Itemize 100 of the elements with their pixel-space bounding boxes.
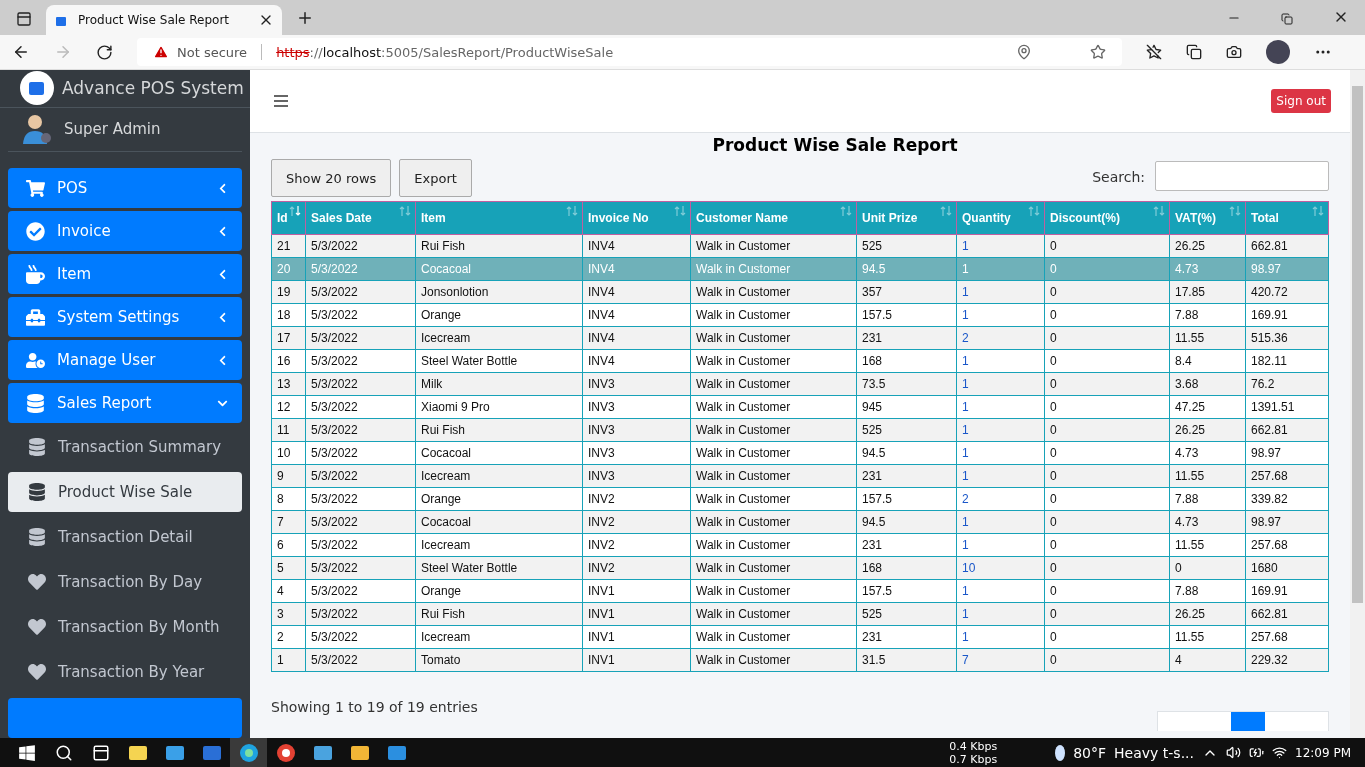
pagination[interactable] xyxy=(1157,711,1329,731)
table-cell: 7 xyxy=(271,510,306,534)
heart-icon xyxy=(28,663,46,681)
browser-icon[interactable] xyxy=(230,738,267,767)
table-cell: 157.5 xyxy=(856,303,957,327)
sidebar-submenu-item[interactable]: Transaction By Year xyxy=(8,652,242,692)
table-row[interactable]: 10 5/3/2022 Cocacoal INV3 Walk in Customer 94.5 1 0 4.73 98.97 xyxy=(271,441,1329,465)
table-cell: Rui Fish xyxy=(415,418,583,442)
table-cell: 5/3/2022 xyxy=(305,441,416,465)
star-plus-icon[interactable] xyxy=(1090,44,1106,60)
table-cell: 1680 xyxy=(1245,556,1329,580)
table-cell: Walk in Customer xyxy=(690,602,857,626)
restore-icon[interactable] xyxy=(1281,13,1293,25)
weather-text: Heavy t-s... xyxy=(1114,744,1194,761)
table-row[interactable]: 3 5/3/2022 Rui Fish INV1 Walk in Customer 525 1 0 26.25 662.81 xyxy=(271,602,1329,626)
database-icon xyxy=(28,483,46,501)
sidebar-submenu-item[interactable]: Transaction By Month xyxy=(8,607,242,647)
table-cell: Walk in Customer xyxy=(690,349,857,373)
table-cell: 4.73 xyxy=(1169,510,1246,534)
table-row[interactable]: 19 5/3/2022 Jonsonlotion INV4 Walk in Customer 357 1 0 17.85 420.72 xyxy=(271,280,1329,304)
table-row[interactable]: 12 5/3/2022 Xiaomi 9 Pro INV3 Walk in Customer 945 1 0 47.25 1391.51 xyxy=(271,395,1329,419)
table-cell: 9 xyxy=(271,464,306,488)
clock[interactable]: 12:09 PM xyxy=(1295,745,1351,760)
sidebar-submenu-item[interactable]: Transaction Summary xyxy=(8,427,242,467)
table-row[interactable]: 16 5/3/2022 Steel Water Bottle INV4 Walk in Customer 168 1 0 8.4 182.11 xyxy=(271,349,1329,373)
table-cell: 11.55 xyxy=(1169,326,1246,350)
table-cell: 515.36 xyxy=(1245,326,1329,350)
table-row[interactable]: 5 5/3/2022 Steel Water Bottle INV2 Walk in Customer 168 10 0 0 1680 xyxy=(271,556,1329,580)
wifi-icon[interactable] xyxy=(1272,745,1287,760)
table-row[interactable]: 13 5/3/2022 Milk INV3 Walk in Customer 73.5 1 0 3.68 76.2 xyxy=(271,372,1329,396)
table-cell: 5/3/2022 xyxy=(305,510,416,534)
address-bar[interactable]: Not secure https://localhost:5005/SalesReport/ProductWiseSale xyxy=(137,38,1122,66)
table-row[interactable]: 8 5/3/2022 Orange INV2 Walk in Customer 157.5 2 0 7.88 339.82 xyxy=(271,487,1329,511)
sidebar-menu-item[interactable]: Invoice xyxy=(8,211,242,251)
export-button[interactable]: Export xyxy=(399,159,472,197)
browser-tab[interactable]: Product Wise Sale Report xyxy=(46,5,282,35)
table-cell: 168 xyxy=(856,556,957,580)
show-rows-button[interactable]: Show 20 rows xyxy=(271,159,392,197)
sidebar-submenu-item[interactable]: Transaction By Day xyxy=(8,562,242,602)
table-cell: 5 xyxy=(271,556,306,580)
battery-icon[interactable] xyxy=(1249,745,1264,760)
table-cell: 2 xyxy=(956,326,1045,350)
table-cell: 257.68 xyxy=(1245,533,1329,557)
table-cell: 94.5 xyxy=(856,257,957,281)
reload-icon[interactable] xyxy=(96,43,113,61)
table-row[interactable]: 2 5/3/2022 Icecream INV1 Walk in Customer 231 1 0 11.55 257.68 xyxy=(271,625,1329,649)
table-row[interactable]: 11 5/3/2022 Rui Fish INV3 Walk in Customer 525 1 0 26.25 662.81 xyxy=(271,418,1329,442)
plus-icon[interactable] xyxy=(296,9,314,27)
table-cell: 0 xyxy=(1044,487,1170,511)
table-cell: Walk in Customer xyxy=(690,326,857,350)
table-row[interactable]: 1 5/3/2022 Tomato INV1 Walk in Customer 31.5 7 0 4 229.32 xyxy=(271,648,1329,672)
table-cell: 20 xyxy=(271,257,306,281)
sidebar-menu-item[interactable]: Sales Report xyxy=(8,383,242,423)
heart-icon xyxy=(28,573,46,591)
profile-avatar[interactable] xyxy=(1266,40,1290,64)
scrollbar[interactable] xyxy=(1350,70,1365,738)
table-cell: 1 xyxy=(271,648,306,672)
table-row[interactable]: 18 5/3/2022 Orange INV4 Walk in Customer 157.5 1 0 7.88 169.91 xyxy=(271,303,1329,327)
sidebar-menu-item[interactable]: Manage User xyxy=(8,340,242,380)
table-cell: Walk in Customer xyxy=(690,418,857,442)
table-cell: 26.25 xyxy=(1169,234,1246,258)
sidebar-menu-item[interactable]: POS xyxy=(8,168,242,208)
sign-out-button[interactable]: Sign out xyxy=(1271,89,1331,113)
user-name: Super Admin xyxy=(64,120,161,139)
back-icon[interactable] xyxy=(12,43,30,61)
table-cell: 662.81 xyxy=(1245,234,1329,258)
table-cell: INV4 xyxy=(582,257,691,281)
table-row[interactable]: 6 5/3/2022 Icecream INV2 Walk in Customer 231 1 0 11.55 257.68 xyxy=(271,533,1329,557)
sidebar-submenu-item[interactable]: Transaction Detail xyxy=(8,517,242,557)
search-field[interactable] xyxy=(1155,161,1329,191)
table-cell: Walk in Customer xyxy=(690,625,857,649)
sidebar-submenu-item[interactable]: Product Wise Sale xyxy=(8,472,242,512)
tab-actions-icon[interactable] xyxy=(16,11,32,27)
table-cell: 662.81 xyxy=(1245,418,1329,442)
table-row[interactable]: 21 5/3/2022 Rui Fish INV4 Walk in Customer 525 1 0 26.25 662.81 xyxy=(271,234,1329,258)
cart-icon xyxy=(26,178,45,198)
table-cell: 26.25 xyxy=(1169,418,1246,442)
table-cell: Walk in Customer xyxy=(690,533,857,557)
table-cell: 98.97 xyxy=(1245,510,1329,534)
table-cell: 21 xyxy=(271,234,306,258)
table-cell: 13 xyxy=(271,372,306,396)
location-icon[interactable] xyxy=(1016,44,1032,60)
table-row[interactable]: 9 5/3/2022 Icecream INV3 Walk in Customer 231 1 0 11.55 257.68 xyxy=(271,464,1329,488)
menu-icon[interactable] xyxy=(274,95,288,107)
table-cell: 31.5 xyxy=(856,648,957,672)
speaker-icon[interactable] xyxy=(1226,745,1241,760)
table-cell: 231 xyxy=(856,533,957,557)
table-cell: Icecream xyxy=(415,464,583,488)
sidebar-menu-item[interactable]: System Settings xyxy=(8,297,242,337)
table-row[interactable]: 7 5/3/2022 Cocacoal INV2 Walk in Customer 94.5 1 0 4.73 98.97 xyxy=(271,510,1329,534)
collections-icon[interactable] xyxy=(1186,44,1202,60)
table-cell: 168 xyxy=(856,349,957,373)
table-cell: 339.82 xyxy=(1245,487,1329,511)
table-row[interactable]: 17 5/3/2022 Icecream INV4 Walk in Customer 231 2 0 11.55 515.36 xyxy=(271,326,1329,350)
table-row[interactable]: 4 5/3/2022 Orange INV1 Walk in Customer 157.5 1 0 7.88 169.91 xyxy=(271,579,1329,603)
camera-icon[interactable] xyxy=(1226,44,1242,60)
table-cell: Xiaomi 9 Pro xyxy=(415,395,583,419)
sidebar-menu-item[interactable]: Item xyxy=(8,254,242,294)
table-cell: 1 xyxy=(956,349,1045,373)
table-cell: Walk in Customer xyxy=(690,303,857,327)
